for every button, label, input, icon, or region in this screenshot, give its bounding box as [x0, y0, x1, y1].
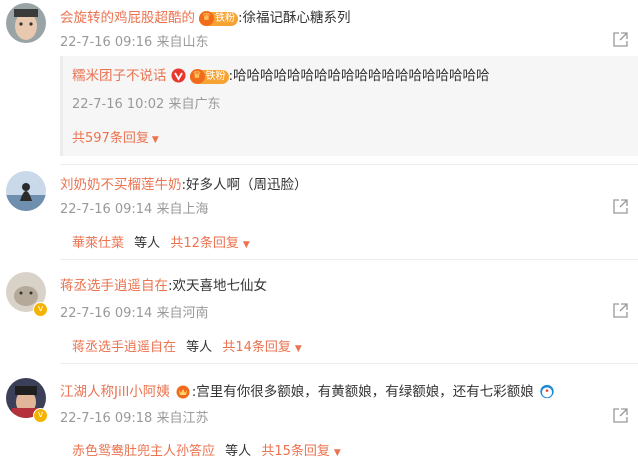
reply-summary[interactable]: 蒋丞选手逍遥自在 等人 共14条回复 ▼ [60, 336, 630, 355]
comment-username[interactable]: 会旋转的鸡屁股超酷的 [60, 10, 195, 26]
fan-badge: 铁粉 [189, 69, 229, 84]
chevron-down-icon[interactable]: ▼ [295, 344, 302, 354]
comment-line: 江湖人称Jill小阿姨 :宫里有你很多额娘，有黄额娘，有绿额娘，还有七彩额娘 [60, 380, 556, 400]
verified-badge-icon: v [33, 408, 48, 423]
sub-reply-meta: 22-7-16 10:02 来自广东 [72, 97, 221, 112]
fan-crown-icon [176, 385, 190, 399]
share-icon[interactable] [612, 407, 629, 424]
replier-username[interactable]: 華萊仕葉 [72, 236, 124, 251]
fan-badge: 铁粉 [199, 11, 238, 26]
chevron-down-icon[interactable]: ▼ [152, 135, 159, 145]
comment-username[interactable]: 刘奶奶不买榴莲牛奶 [60, 177, 182, 193]
comment-username[interactable]: 蒋丞选手逍遥自在 [60, 278, 168, 294]
sub-reply-box: 糯米团子不说话 铁粉:哈哈哈哈哈哈哈哈哈哈哈哈哈哈哈哈哈哈哈 22-7-16 10… [60, 56, 638, 156]
fan-badge-label: 铁粉 [215, 13, 235, 24]
replier-others: 等人 [225, 444, 252, 459]
verified-red-icon [171, 68, 185, 83]
comment-line: 蒋丞选手逍遥自在:欢天喜地七仙女 [60, 274, 267, 294]
share-icon[interactable] [612, 302, 629, 319]
divider [60, 363, 638, 364]
reply-summary[interactable]: 華萊仕葉 等人 共12条回复 ▼ [60, 232, 630, 251]
reply-count-link[interactable]: 共597条回复 ▼ [72, 127, 159, 146]
reply-summary[interactable]: 赤色鸳鸯肚兜主人孙答应 等人 共15条回复 ▼ [60, 440, 630, 459]
crown-icon [199, 11, 214, 26]
share-icon[interactable] [612, 198, 629, 215]
chevron-down-icon[interactable]: ▼ [243, 240, 250, 250]
doraemon-emoji-icon [540, 384, 554, 399]
sub-reply-line: 糯米团子不说话 铁粉:哈哈哈哈哈哈哈哈哈哈哈哈哈哈哈哈哈哈哈 [72, 64, 490, 84]
reply-count[interactable]: 共12条回复 [170, 236, 239, 251]
avatar[interactable] [6, 3, 46, 43]
crown-icon [189, 69, 205, 84]
comment-line: 刘奶奶不买榴莲牛奶:好多人啊（周迅脸） [60, 173, 308, 193]
chevron-down-icon[interactable]: ▼ [334, 448, 341, 458]
replier-others: 等人 [186, 340, 213, 355]
comment-text: :好多人啊（周迅脸） [181, 177, 308, 193]
comment-username[interactable]: 江湖人称Jill小阿姨 [60, 384, 170, 400]
replier-username[interactable]: 蒋丞选手逍遥自在 [72, 340, 176, 355]
reply-count[interactable]: 共15条回复 [261, 444, 330, 459]
fan-badge-label: 铁粉 [205, 71, 226, 82]
reply-count[interactable]: 共597条回复 [72, 131, 149, 146]
reply-count[interactable]: 共14条回复 [222, 340, 291, 355]
comment-text: :宫里有你很多额娘，有黄额娘，有绿额娘，还有七彩额娘 [191, 384, 534, 400]
sub-reply-text: :哈哈哈哈哈哈哈哈哈哈哈哈哈哈哈哈哈哈哈 [228, 68, 490, 84]
sub-reply-username[interactable]: 糯米团子不说话 [72, 68, 167, 84]
comment-text: :欢天喜地七仙女 [168, 278, 268, 294]
replier-others: 等人 [134, 236, 161, 251]
verified-badge-icon: v [33, 302, 48, 317]
comment-meta: 22-7-16 09:16 来自山东 [60, 35, 209, 50]
share-icon[interactable] [612, 31, 629, 48]
comment-meta: 22-7-16 09:14 来自上海 [60, 202, 209, 217]
divider [60, 259, 638, 260]
avatar[interactable] [6, 171, 46, 211]
comment-meta: 22-7-16 09:14 来自河南 [60, 306, 209, 321]
comment-text: :徐福记酥心糖系列 [238, 10, 351, 26]
divider [60, 164, 638, 165]
replier-username[interactable]: 赤色鸳鸯肚兜主人孙答应 [72, 444, 215, 459]
comment-line: 会旋转的鸡屁股超酷的 铁粉:徐福记酥心糖系列 [60, 6, 351, 26]
comment-meta: 22-7-16 09:18 来自江苏 [60, 411, 209, 426]
